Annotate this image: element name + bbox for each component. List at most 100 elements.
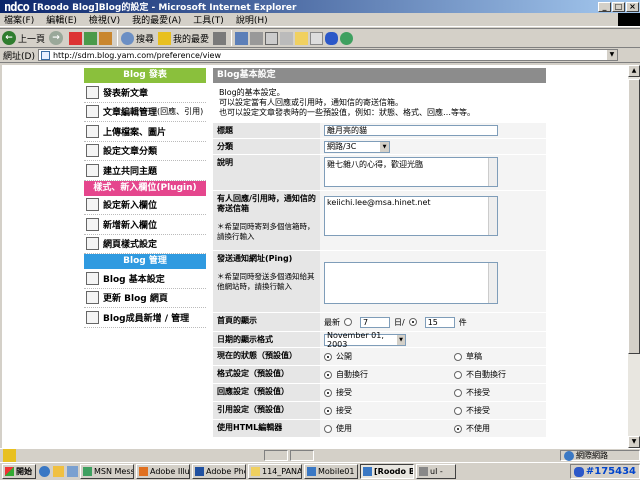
notify-email-textarea[interactable]: keiichi.lee@msa.hinet.net xyxy=(324,196,498,236)
scrollbar[interactable] xyxy=(488,158,497,186)
task-msn[interactable]: MSN Mess... xyxy=(80,464,134,479)
bluetooth-icon[interactable] xyxy=(325,31,339,45)
address-input[interactable]: http://sdm.blog.yam.com/preference/view … xyxy=(37,49,618,61)
folder-icon[interactable] xyxy=(295,31,309,45)
trackback-accept-radio[interactable] xyxy=(324,406,332,415)
nav-item-add-plugin[interactable]: 新增新入欄位 xyxy=(84,215,206,235)
outlook-quicklaunch-icon[interactable] xyxy=(53,466,64,477)
chevron-down-icon[interactable]: ▼ xyxy=(606,50,617,60)
status-draft-radio[interactable] xyxy=(454,352,462,361)
search-icon xyxy=(121,31,135,45)
ie-quicklaunch-icon[interactable] xyxy=(39,466,50,477)
start-button[interactable]: 開始 xyxy=(2,464,36,479)
back-button[interactable]: ← 上一頁 xyxy=(2,31,45,45)
windows-flag-icon xyxy=(5,467,14,476)
notify-label: 有人回應/引用時，通知信的寄送信箱 ＊希望同時寄到多個信箱時，請換行輸入 xyxy=(213,191,320,250)
msn-icon xyxy=(83,467,92,476)
task-illustrator[interactable]: Adobe Illu... xyxy=(136,464,190,479)
html-nouse-radio[interactable] xyxy=(454,424,462,433)
scrollbar[interactable] xyxy=(488,263,497,303)
nav-item-manage-posts[interactable]: 文章編輯管理 (回應、引用) xyxy=(84,103,206,122)
menu-view[interactable]: 檢視(V) xyxy=(89,13,120,26)
task-photoshop[interactable]: Adobe Pho... xyxy=(192,464,246,479)
html-editor-label: 使用HTML編輯器 xyxy=(213,420,320,437)
close-button[interactable]: × xyxy=(626,1,639,12)
search-button[interactable]: 搜尋 xyxy=(121,31,154,45)
comment-label: 回應設定（預設值） xyxy=(213,384,320,401)
row-category: 分類 網路/3C ▼ xyxy=(213,138,546,154)
nav-item-shared-topic[interactable]: 建立共同主題 xyxy=(84,161,206,181)
media-icon[interactable] xyxy=(213,31,227,45)
tray-icon[interactable] xyxy=(573,466,584,477)
nav-item-upload[interactable]: 上傳檔案、圖片 xyxy=(84,122,206,142)
stop-icon[interactable] xyxy=(69,31,83,45)
task-roodo[interactable]: [Roodo Bl... xyxy=(360,464,414,479)
ie-icon xyxy=(363,467,372,476)
menu-help[interactable]: 說明(H) xyxy=(236,13,268,26)
comment-reject-radio[interactable] xyxy=(454,388,462,397)
menu-favorites[interactable]: 我的最愛(A) xyxy=(132,13,181,26)
forward-button[interactable]: → xyxy=(49,31,65,45)
task-folder[interactable]: 114_PANA xyxy=(248,464,302,479)
row-trackback: 引用設定（預設值） 接受 不接受 xyxy=(213,401,546,419)
menu-edit[interactable]: 編輯(E) xyxy=(46,13,77,26)
date-format-select[interactable]: November 01, 2003 ▼ xyxy=(324,331,406,349)
category-select[interactable]: 網路/3C ▼ xyxy=(324,140,390,153)
favorites-button[interactable]: 我的最愛 xyxy=(158,31,209,45)
page-done-icon xyxy=(3,449,16,462)
print-icon[interactable] xyxy=(250,31,264,45)
gear-icon xyxy=(86,271,99,285)
messenger-icon[interactable] xyxy=(310,31,324,45)
date-format-label: 日期的顯示格式 xyxy=(213,332,320,347)
back-arrow-icon: ← xyxy=(2,31,16,45)
comment-accept-radio[interactable] xyxy=(324,388,332,397)
edit-icon[interactable] xyxy=(265,31,279,45)
desktop-quicklaunch-icon[interactable] xyxy=(67,466,78,477)
home-count-input[interactable]: 15 xyxy=(424,316,455,328)
scrollbar[interactable] xyxy=(488,197,497,235)
trackback-reject-radio[interactable] xyxy=(454,406,462,415)
title-bar: ndco [Roodo Blog]Blog的設定 - Microsoft Int… xyxy=(0,0,640,14)
home-days-input[interactable]: 7 xyxy=(360,316,390,328)
format-auto-radio[interactable] xyxy=(324,370,332,379)
nav-item-new-post[interactable]: 發表新文章 xyxy=(84,83,206,103)
refresh-icon xyxy=(86,291,99,305)
task-other[interactable]: ul - xyxy=(416,464,456,479)
msn-icon[interactable] xyxy=(340,31,354,45)
nav-item-basic-settings[interactable]: Blog 基本設定 xyxy=(84,269,206,289)
app-icon xyxy=(419,467,428,476)
ping-textarea[interactable] xyxy=(324,262,498,304)
home-count-radio[interactable] xyxy=(408,318,417,326)
scroll-down-icon[interactable]: ▼ xyxy=(628,436,640,448)
minimize-button[interactable]: _ xyxy=(598,1,611,12)
nav-item-categories[interactable]: 設定文章分類 xyxy=(84,142,206,161)
scroll-up-icon[interactable]: ▲ xyxy=(628,65,640,77)
folder-icon xyxy=(86,144,99,158)
title-input[interactable]: 離月亮的貓 xyxy=(324,125,498,136)
description-textarea[interactable]: 雞七雜八的心得，歡迎光臨 xyxy=(324,157,498,187)
document-icon xyxy=(86,85,99,99)
mail-icon[interactable] xyxy=(235,31,249,45)
plugin-icon xyxy=(86,198,99,212)
nav-item-members[interactable]: Blog成員新增 / 管理 xyxy=(84,308,206,328)
home-icon[interactable] xyxy=(99,31,113,45)
task-mobile01[interactable]: Mobile01 -... xyxy=(304,464,358,479)
format-label: 格式設定（預設值） xyxy=(213,366,320,383)
html-use-radio[interactable] xyxy=(324,424,332,433)
nav-item-plugin-settings[interactable]: 設定新入欄位 xyxy=(84,196,206,215)
nav-item-rebuild[interactable]: 更新 Blog 網頁 xyxy=(84,289,206,308)
status-public-radio[interactable] xyxy=(324,352,332,361)
scroll-thumb[interactable] xyxy=(628,79,640,354)
refresh-icon[interactable] xyxy=(84,31,98,45)
home-days-radio[interactable] xyxy=(344,318,352,326)
nav-item-page-style[interactable]: 網頁樣式設定 xyxy=(84,235,206,254)
page-scrollbar[interactable]: ▲ ▼ xyxy=(628,65,640,448)
maximize-button[interactable]: □ xyxy=(612,1,625,12)
photoshop-icon xyxy=(195,467,204,476)
notify-note: ＊希望同時寄到多個信箱時，請換行輸入 xyxy=(217,222,315,241)
menu-file[interactable]: 檔案(F) xyxy=(4,13,34,26)
menu-tools[interactable]: 工具(T) xyxy=(193,13,224,26)
discuss-icon[interactable] xyxy=(280,31,294,45)
format-none-radio[interactable] xyxy=(454,370,462,379)
page-title: Blog基本設定 xyxy=(213,68,546,83)
